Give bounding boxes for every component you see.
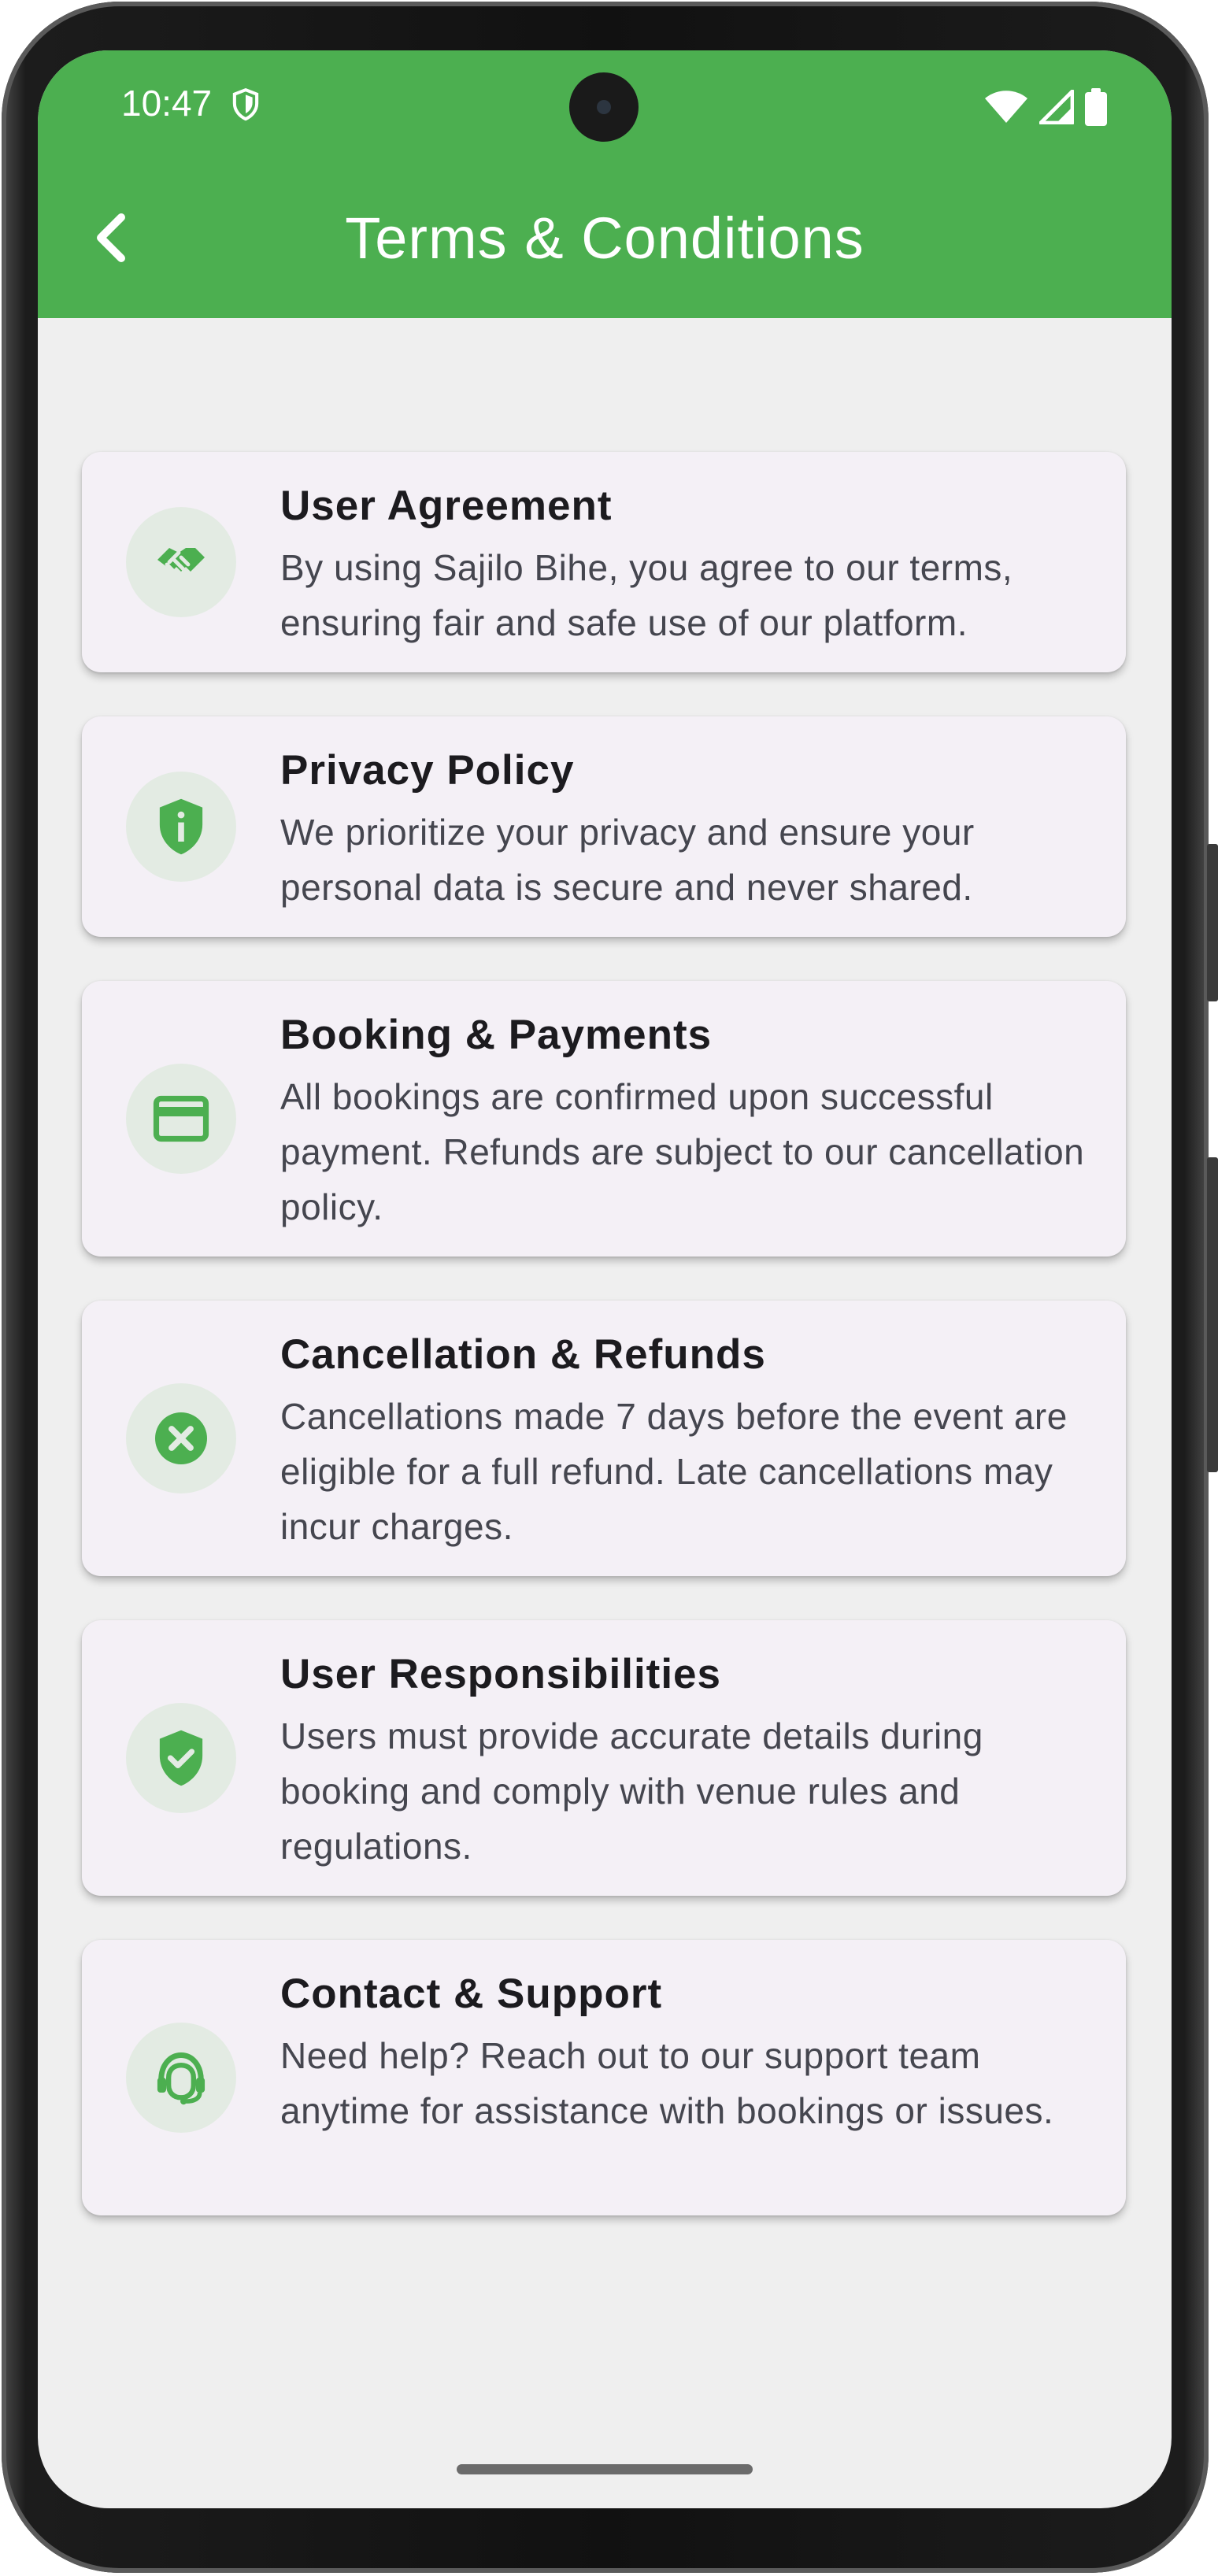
card-description: All bookings are confirmed upon successf… <box>280 1076 1085 1227</box>
card-cancellation-refunds[interactable]: Cancellation & Refunds Cancellations mad… <box>82 1301 1126 1576</box>
credit-card-icon <box>126 1064 236 1174</box>
card-user-agreement[interactable]: User Agreement By using Sajilo Bihe, you… <box>82 452 1126 672</box>
privacy-shield-icon <box>126 772 236 882</box>
card-description: By using Sajilo Bihe, you agree to our t… <box>280 547 1013 643</box>
battery-icon <box>1085 88 1107 130</box>
card-booking-payments[interactable]: Booking & Payments All bookings are conf… <box>82 981 1126 1257</box>
card-title: User Agreement <box>280 483 613 529</box>
verified-shield-icon <box>126 1703 236 1813</box>
signal-icon <box>1038 89 1075 128</box>
wifi-icon <box>984 90 1028 128</box>
handshake-icon <box>126 507 236 617</box>
cancel-icon <box>126 1383 236 1493</box>
card-description: Need help? Reach out to our support team… <box>280 2035 1054 2131</box>
card-title: Contact & Support <box>280 1971 663 2017</box>
card-description: Users must provide accurate details duri… <box>280 1715 983 1867</box>
home-indicator[interactable] <box>457 2464 753 2474</box>
power-button <box>1207 844 1218 1001</box>
card-description: Cancellations made 7 days before the eve… <box>280 1396 1068 1547</box>
card-title: Cancellation & Refunds <box>280 1331 766 1378</box>
support-agent-icon <box>126 2023 236 2133</box>
card-title: Privacy Policy <box>280 747 575 794</box>
shield-status-icon <box>231 87 261 126</box>
status-time: 10:47 <box>121 83 213 124</box>
card-description: We prioritize your privacy and ensure yo… <box>280 812 975 908</box>
volume-button <box>1207 1157 1218 1472</box>
status-icons <box>984 88 1107 130</box>
app-bar: 10:47 Terms & Conditions <box>38 50 1172 318</box>
card-user-responsibilities[interactable]: User Responsibilities Users must provide… <box>82 1620 1126 1896</box>
card-title: Booking & Payments <box>280 1012 713 1058</box>
card-contact-support[interactable]: Contact & Support Need help? Reach out t… <box>82 1940 1126 2215</box>
front-camera <box>569 72 639 142</box>
page-title: Terms & Conditions <box>345 205 864 271</box>
phone-frame: 10:47 Terms & Conditions User Agreement … <box>0 0 1218 2576</box>
card-title: User Responsibilities <box>280 1651 722 1697</box>
card-privacy-policy[interactable]: Privacy Policy We prioritize your privac… <box>82 716 1126 937</box>
screen: 10:47 Terms & Conditions User Agreement … <box>38 50 1172 2508</box>
